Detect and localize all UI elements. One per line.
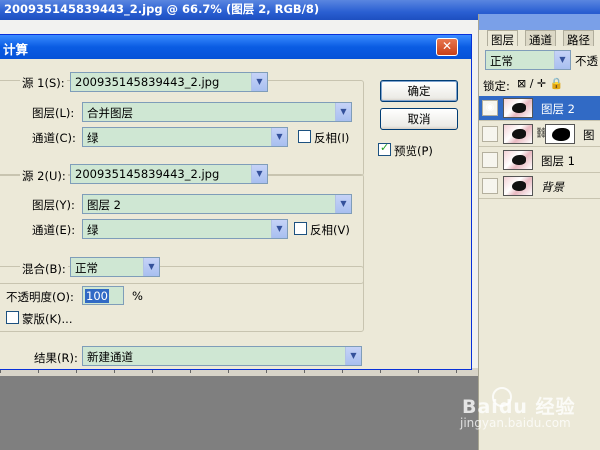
source1-channel-value: 绿 <box>87 131 99 145</box>
bird-thumbnail-icon <box>512 181 526 191</box>
layers-panel: 图层 通道 路径 正常 ▼ 不透 锁定: ⊠ ∕ ✛ 🔒 ◉ 图层 2 ⛓ 图 … <box>478 14 600 450</box>
source1-channel-label: 通道(C): <box>32 131 76 145</box>
source2-file-value: 200935145839443_2.jpg <box>75 167 220 181</box>
layer-blend-value: 正常 <box>490 54 513 68</box>
layer-name: 图层 2 <box>541 102 575 116</box>
layer-name: 图层 1 <box>541 154 575 168</box>
layer-row-masked[interactable]: ⛓ 图 <box>479 122 600 147</box>
preview-checkbox[interactable] <box>378 141 391 156</box>
layer-thumbnail <box>503 176 533 196</box>
source2-file-select[interactable]: 200935145839443_2.jpg ▼ <box>70 164 268 184</box>
layer-thumbnail <box>503 150 533 170</box>
close-button[interactable]: ✕ <box>436 38 458 56</box>
mask-checkbox[interactable] <box>6 311 19 324</box>
layer-opacity-label: 不透 <box>575 54 598 68</box>
bird-mask-icon <box>552 128 570 141</box>
ok-button[interactable]: 确定 <box>380 80 458 102</box>
layer-mask-thumbnail[interactable] <box>545 124 575 144</box>
dialog-title-bar[interactable]: 计算 <box>0 35 471 59</box>
tab-layers-label: 图层 <box>491 33 514 47</box>
layer-name: 图 <box>583 128 595 142</box>
chevron-down-icon: ▼ <box>271 220 287 238</box>
source2-label: 源 2(U): <box>20 168 68 184</box>
bird-thumbnail-icon <box>512 129 526 139</box>
close-icon: ✕ <box>441 39 453 53</box>
source2-invert-label: 反相(V) <box>310 223 350 237</box>
chevron-down-icon: ▼ <box>335 195 351 213</box>
visibility-toggle[interactable] <box>482 126 498 142</box>
source1-layer-value: 合并图层 <box>87 106 133 120</box>
chevron-down-icon: ▼ <box>251 165 267 183</box>
chevron-down-icon: ▼ <box>271 128 287 146</box>
ruler-ticks <box>0 370 480 373</box>
dialog-title: 计算 <box>3 42 29 57</box>
result-value: 新建通道 <box>87 350 133 364</box>
opacity-input[interactable]: 100 <box>82 286 124 305</box>
workspace-background <box>0 376 480 450</box>
chevron-down-icon: ▼ <box>335 103 351 121</box>
lock-label: 锁定: <box>483 79 510 93</box>
tab-paths[interactable]: 路径 <box>563 30 594 47</box>
watermark-url: jingyan.baidu.com <box>460 416 571 430</box>
chevron-down-icon: ▼ <box>345 347 361 365</box>
source2-layer-value: 图层 2 <box>87 198 121 212</box>
source2-layer-select[interactable]: 图层 2 ▼ <box>82 194 352 214</box>
tab-channels-label: 通道 <box>529 33 552 47</box>
source2-channel-label: 通道(E): <box>32 223 76 237</box>
result-label: 结果(R): <box>34 351 78 365</box>
result-select[interactable]: 新建通道 ▼ <box>82 346 362 366</box>
document-title: 200935145839443_2.jpg @ 66.7% (图层 2, RGB… <box>4 2 320 16</box>
preview-label: 预览(P) <box>394 144 433 158</box>
source2-invert-checkbox[interactable] <box>294 222 307 235</box>
visibility-toggle[interactable] <box>482 178 498 194</box>
source1-label: 源 1(S): <box>20 75 67 91</box>
layer-thumbnail <box>503 98 533 118</box>
layer-name: 背景 <box>541 180 564 194</box>
layer-thumbnail <box>503 124 533 144</box>
eye-icon[interactable]: ◉ <box>482 100 498 116</box>
lock-icons[interactable]: ⊠ ∕ ✛ 🔒 <box>517 77 563 90</box>
layer-blend-select[interactable]: 正常 ▼ <box>485 50 571 70</box>
source1-layer-label: 图层(L): <box>32 106 75 120</box>
source1-file-value: 200935145839443_2.jpg <box>75 75 220 89</box>
visibility-toggle[interactable] <box>482 152 498 168</box>
cancel-button[interactable]: 取消 <box>380 108 458 130</box>
source1-file-select[interactable]: 200935145839443_2.jpg ▼ <box>70 72 268 92</box>
chevron-down-icon: ▼ <box>143 258 159 276</box>
source1-layer-select[interactable]: 合并图层 ▼ <box>82 102 352 122</box>
tab-channels[interactable]: 通道 <box>525 30 556 47</box>
bird-thumbnail-icon <box>512 103 526 113</box>
watermark-brand: Baidu 经验 <box>462 396 576 418</box>
blend-label: 混合(B): <box>20 261 68 277</box>
source1-channel-select[interactable]: 绿 ▼ <box>82 127 288 147</box>
chevron-down-icon: ▼ <box>251 73 267 91</box>
source1-invert-label: 反相(I) <box>314 131 350 145</box>
tab-paths-label: 路径 <box>567 33 590 47</box>
blend-mode-select[interactable]: 正常 ▼ <box>70 257 160 277</box>
layer-row-background[interactable]: 背景 <box>479 174 600 199</box>
calculations-dialog: 计算 ✕ 源 1(S): 200935145839443_2.jpg ▼ 图层(… <box>0 34 472 370</box>
bird-thumbnail-icon <box>512 155 526 165</box>
source2-channel-value: 绿 <box>87 223 99 237</box>
chevron-down-icon: ▼ <box>554 51 570 69</box>
source2-layer-label: 图层(Y): <box>32 198 75 212</box>
blend-mode-value: 正常 <box>75 261 98 275</box>
layer-row-layer2[interactable]: ◉ 图层 2 <box>479 96 600 121</box>
opacity-value: 100 <box>85 289 109 303</box>
opacity-label: 不透明度(O): <box>6 290 74 304</box>
panel-title-bar[interactable] <box>479 14 600 30</box>
mask-label: 蒙版(K)... <box>22 312 73 326</box>
source1-invert-checkbox[interactable] <box>298 130 311 143</box>
layer-row-layer1[interactable]: 图层 1 <box>479 148 600 173</box>
opacity-unit: % <box>132 289 143 303</box>
source2-channel-select[interactable]: 绿 ▼ <box>82 219 288 239</box>
tab-layers[interactable]: 图层 <box>487 30 518 47</box>
